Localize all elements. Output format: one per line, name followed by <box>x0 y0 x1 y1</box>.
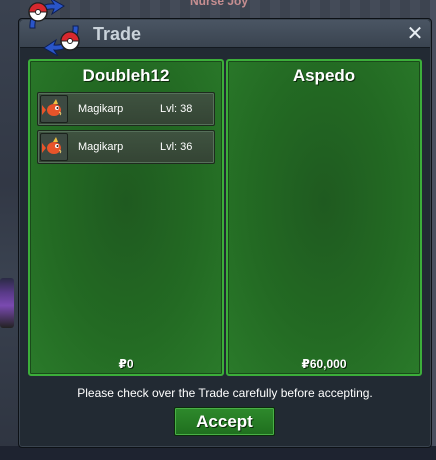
pokemon-level: Lvl: 38 <box>160 103 193 115</box>
trade-window: Trade ✕ Doubleh12 Magikarp Lvl: 38 Magik… <box>18 18 432 448</box>
pokemon-name: Magikarp <box>78 141 124 153</box>
left-player-name: Doubleh12 <box>82 66 170 85</box>
right-money-offer: ₽60,000 <box>301 357 347 371</box>
window-title: Trade <box>93 24 142 44</box>
right-trade-panel: Aspedo ₽60,000 <box>226 59 422 376</box>
accept-button[interactable]: Accept <box>174 407 275 436</box>
trade-logo-icon <box>24 0 84 57</box>
game-background-bottom <box>0 446 436 460</box>
magikarp-icon <box>40 133 68 161</box>
pokemon-slot[interactable]: Magikarp Lvl: 38 <box>37 92 215 126</box>
pokemon-name: Magikarp <box>78 103 124 115</box>
right-player-name: Aspedo <box>292 66 356 85</box>
left-trade-panel: Doubleh12 Magikarp Lvl: 38 Magikarp Lvl:… <box>28 59 224 376</box>
pokemon-slot[interactable]: Magikarp Lvl: 36 <box>37 130 215 164</box>
npc-name-label: Nurse Joy <box>190 0 249 8</box>
player-sprite <box>0 278 14 328</box>
left-money-offer: ₽0 <box>118 357 134 371</box>
close-button[interactable]: ✕ <box>404 23 426 45</box>
game-background-left <box>0 0 20 460</box>
trade-notice: Please check over the Trade carefully be… <box>77 386 373 400</box>
magikarp-icon <box>40 95 68 123</box>
pokemon-level: Lvl: 36 <box>160 141 193 153</box>
